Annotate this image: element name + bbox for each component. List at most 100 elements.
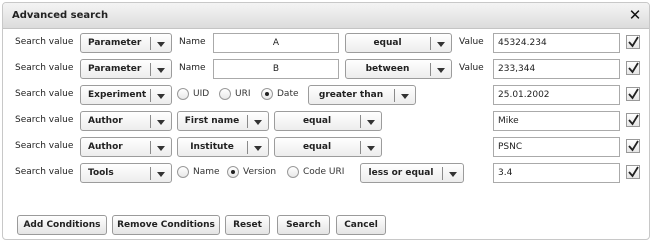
search-row-4: Search value Author First name equal Mik… [3,111,649,131]
operator-select-value: greater than [318,90,384,100]
chevron-down-icon [437,68,445,73]
row-enabled-checkbox[interactable] [626,87,640,101]
search-row-6: Search value Tools Name Version Code URI… [3,163,649,183]
name-label: Name [179,37,206,47]
date-radio[interactable] [261,88,273,100]
select-separator [150,89,151,102]
value-label: Value [459,37,484,47]
search-value-label: Search value [15,37,74,47]
checkmark-icon [628,88,639,100]
search-row-3: Search value Experiment UID URI Date gre… [3,85,649,105]
operator-select[interactable]: less or equal [360,163,464,183]
operator-select[interactable]: greater than [308,85,416,105]
name-input[interactable]: A [213,33,339,53]
row-enabled-checkbox[interactable] [626,113,640,127]
select-separator [430,63,431,76]
value-input[interactable]: PSNC [493,137,620,157]
value-input[interactable]: 233,344 [493,59,620,79]
operator-select-value: between [365,64,410,74]
value-input-value: 233,344 [498,64,536,74]
chevron-down-icon [401,94,409,99]
chevron-down-icon [367,120,375,125]
operator-select[interactable]: equal [274,111,382,131]
select-separator [394,89,395,102]
type-select[interactable]: Tools [80,163,172,183]
reset-button[interactable]: Reset [225,215,270,235]
chevron-down-icon [367,146,375,151]
cancel-button[interactable]: Cancel [336,215,386,235]
uri-radio[interactable] [219,88,231,100]
radio-selected-dot [265,92,269,96]
chevron-down-icon [157,42,165,47]
select-separator [150,37,151,50]
uid-radio[interactable] [177,88,189,100]
remove-conditions-button[interactable]: Remove Conditions [112,215,220,235]
value-input[interactable]: Mike [493,111,620,131]
advanced-search-dialog: Advanced search ✕ Search value Parameter… [2,2,650,240]
type-select[interactable]: Author [80,137,172,157]
name-input-value: B [272,64,280,74]
name-input-value: A [272,38,280,48]
type-select[interactable]: Author [80,111,172,131]
row-enabled-checkbox[interactable] [626,61,640,75]
uid-radio-label: UID [193,89,210,99]
type-select[interactable]: Parameter [80,33,172,53]
value-input-value: PSNC [498,142,523,152]
operator-select[interactable]: equal [345,33,452,53]
field-select-value: First name [184,116,240,126]
version-radio-label: Version [243,167,277,177]
checkmark-icon [628,166,639,178]
field-select[interactable]: Institute [177,137,269,157]
add-conditions-button[interactable]: Add Conditions [17,215,107,235]
value-input[interactable]: 3.4 [493,163,620,183]
operator-select-value: equal [302,116,332,126]
chevron-down-icon [157,146,165,151]
checkmark-icon [628,36,639,48]
operator-select-value: equal [302,142,332,152]
uri-radio-label: URI [235,89,251,99]
chevron-down-icon [157,68,165,73]
value-input[interactable]: 45324.234 [493,33,620,53]
version-radio[interactable] [227,166,239,178]
select-separator [150,167,151,180]
field-select[interactable]: First name [177,111,269,131]
type-select[interactable]: Experiment [80,85,172,105]
search-value-label: Search value [15,115,74,125]
type-select-value: Parameter [88,64,142,74]
search-value-label: Search value [15,141,74,151]
checkmark-icon [628,114,639,126]
row-enabled-checkbox[interactable] [626,139,640,153]
code-uri-radio-label: Code URI [303,167,345,177]
search-value-label: Search value [15,89,74,99]
select-separator [430,37,431,50]
name-input[interactable]: B [213,59,339,79]
operator-select[interactable]: between [345,59,452,79]
row-enabled-checkbox[interactable] [626,165,640,179]
radio-selected-dot [231,170,235,174]
type-select-value: Parameter [88,38,142,48]
dialog-title: Advanced search [12,10,109,21]
row-enabled-checkbox[interactable] [626,35,640,49]
operator-select[interactable]: equal [274,137,382,157]
select-separator [247,115,248,128]
search-row-5: Search value Author Institute equal PSNC [3,137,649,157]
chevron-down-icon [157,94,165,99]
code-uri-radio[interactable] [287,166,299,178]
value-input[interactable]: 25.01.2002 [493,85,620,105]
close-icon[interactable]: ✕ [627,7,643,23]
chevron-down-icon [254,146,262,151]
date-radio-label: Date [277,89,299,99]
type-select[interactable]: Parameter [80,59,172,79]
value-input-value: 3.4 [498,168,513,178]
select-separator [150,141,151,154]
checkmark-icon [628,140,639,152]
search-row-1: Search value Parameter Name A equal Valu… [3,33,649,53]
search-value-label: Search value [15,167,74,177]
type-select-value: Author [88,116,123,126]
select-separator [360,115,361,128]
search-value-label: Search value [15,63,74,73]
name-radio[interactable] [177,166,189,178]
operator-select-value: equal [373,38,402,48]
search-button[interactable]: Search [277,215,330,235]
checkmark-icon [628,62,639,74]
